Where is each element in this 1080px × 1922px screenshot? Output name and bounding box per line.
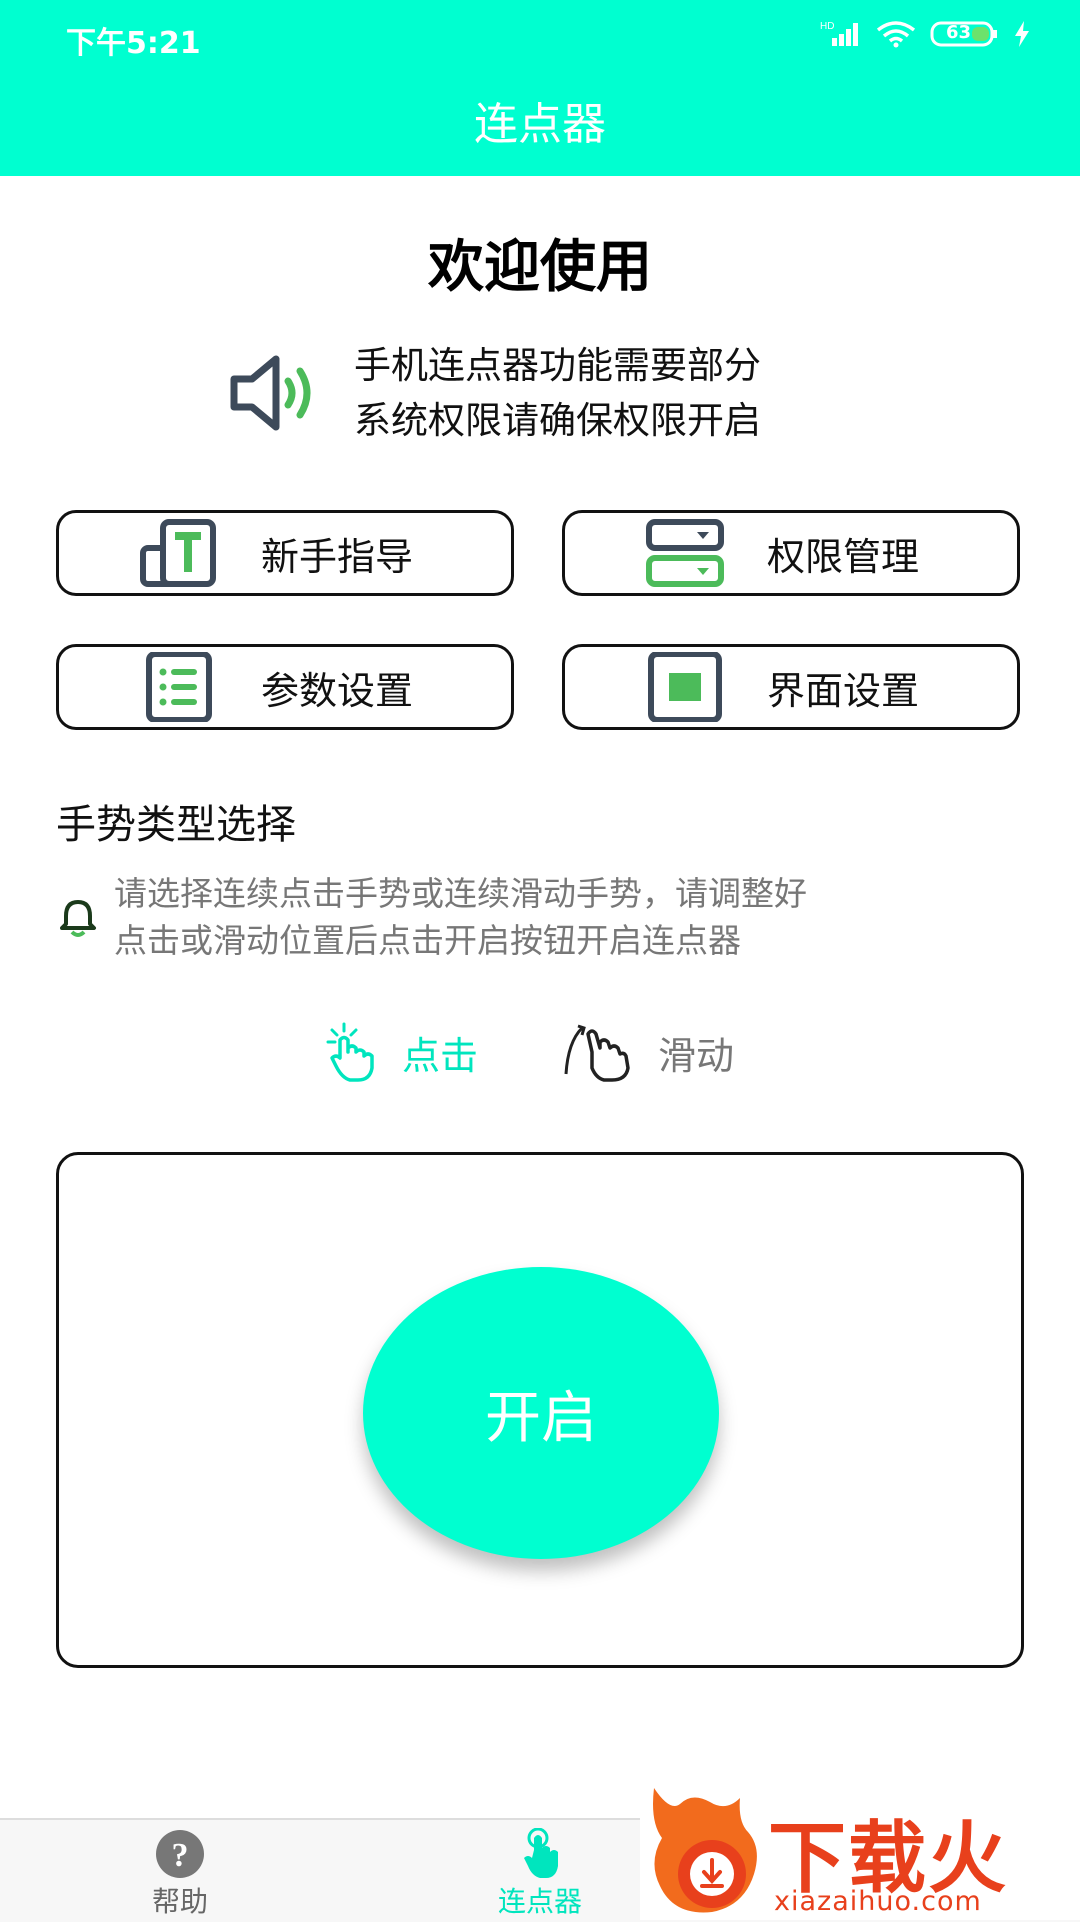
gesture-hint: 请选择连续点击手势或连续滑动手势，请调整好 点击或滑动位置后点击开启按钮开启连点… bbox=[56, 870, 807, 964]
signal-icon: HD bbox=[820, 20, 862, 48]
svg-text:?: ? bbox=[172, 1837, 189, 1874]
interface-settings-button[interactable]: 界面设置 bbox=[562, 644, 1020, 730]
flame-logo-icon bbox=[653, 1788, 757, 1913]
beginner-guide-button[interactable]: 新手指导 bbox=[56, 510, 514, 596]
bell-icon bbox=[56, 896, 100, 940]
guide-icon bbox=[139, 518, 219, 588]
status-icons: HD 63 bbox=[820, 20, 1030, 48]
permission-management-button[interactable]: 权限管理 bbox=[562, 510, 1020, 596]
notice-line-2: 系统权限请确保权限开启 bbox=[354, 399, 761, 442]
nav-item-clicker[interactable]: 连点器 bbox=[440, 1828, 640, 1920]
permission-notice: 手机连点器功能需要部分 系统权限请确保权限开启 bbox=[228, 338, 761, 448]
status-time: 下午5:21 bbox=[66, 26, 201, 61]
watermark-url: xiazaihuo.com bbox=[774, 1886, 982, 1917]
help-icon: ? bbox=[156, 1830, 204, 1878]
gesture-click-label: 点击 bbox=[402, 1033, 479, 1078]
tap-hand-icon bbox=[326, 1022, 374, 1082]
battery-icon: 63 bbox=[930, 20, 1000, 48]
welcome-title: 欢迎使用 bbox=[428, 235, 652, 300]
signal-hd-label: HD bbox=[820, 21, 834, 32]
hint-line-2: 点击或滑动位置后点击开启按钮开启连点器 bbox=[114, 921, 741, 960]
notice-line-1: 手机连点器功能需要部分 bbox=[354, 344, 761, 387]
app-title: 连点器 bbox=[474, 99, 606, 150]
gesture-section-title: 手势类型选择 bbox=[56, 802, 296, 848]
parameter-settings-label: 参数设置 bbox=[261, 668, 414, 713]
xiazaihuo-watermark: 下载火 xiazaihuo.com bbox=[640, 1782, 1080, 1920]
hint-line-1: 请选择连续点击手势或连续滑动手势，请调整好 bbox=[114, 874, 807, 913]
beginner-guide-label: 新手指导 bbox=[261, 534, 414, 579]
permission-management-label: 权限管理 bbox=[767, 534, 920, 579]
start-panel: 开启 bbox=[56, 1152, 1024, 1668]
charging-icon bbox=[1014, 21, 1030, 47]
gesture-option-click[interactable]: 点击 bbox=[326, 1022, 478, 1082]
app-header: 下午5:21 HD 63 连点器 bbox=[0, 0, 1080, 176]
gesture-option-swipe[interactable]: 滑动 bbox=[562, 1022, 734, 1082]
nav-help-label: 帮助 bbox=[151, 1885, 208, 1918]
params-icon bbox=[139, 652, 219, 722]
speaker-icon bbox=[228, 341, 324, 445]
nav-item-help[interactable]: ? 帮助 bbox=[80, 1828, 280, 1920]
swipe-hand-icon bbox=[564, 1024, 630, 1082]
permission-icon bbox=[645, 518, 725, 588]
interface-settings-label: 界面设置 bbox=[767, 668, 920, 713]
nav-clicker-label: 连点器 bbox=[497, 1885, 582, 1918]
interface-icon bbox=[645, 652, 725, 722]
start-button[interactable]: 开启 bbox=[363, 1267, 719, 1559]
wifi-icon bbox=[876, 20, 916, 48]
battery-level: 63 bbox=[946, 22, 972, 43]
parameter-settings-button[interactable]: 参数设置 bbox=[56, 644, 514, 730]
tap-hand-icon bbox=[524, 1828, 558, 1878]
gesture-swipe-label: 滑动 bbox=[658, 1033, 735, 1078]
